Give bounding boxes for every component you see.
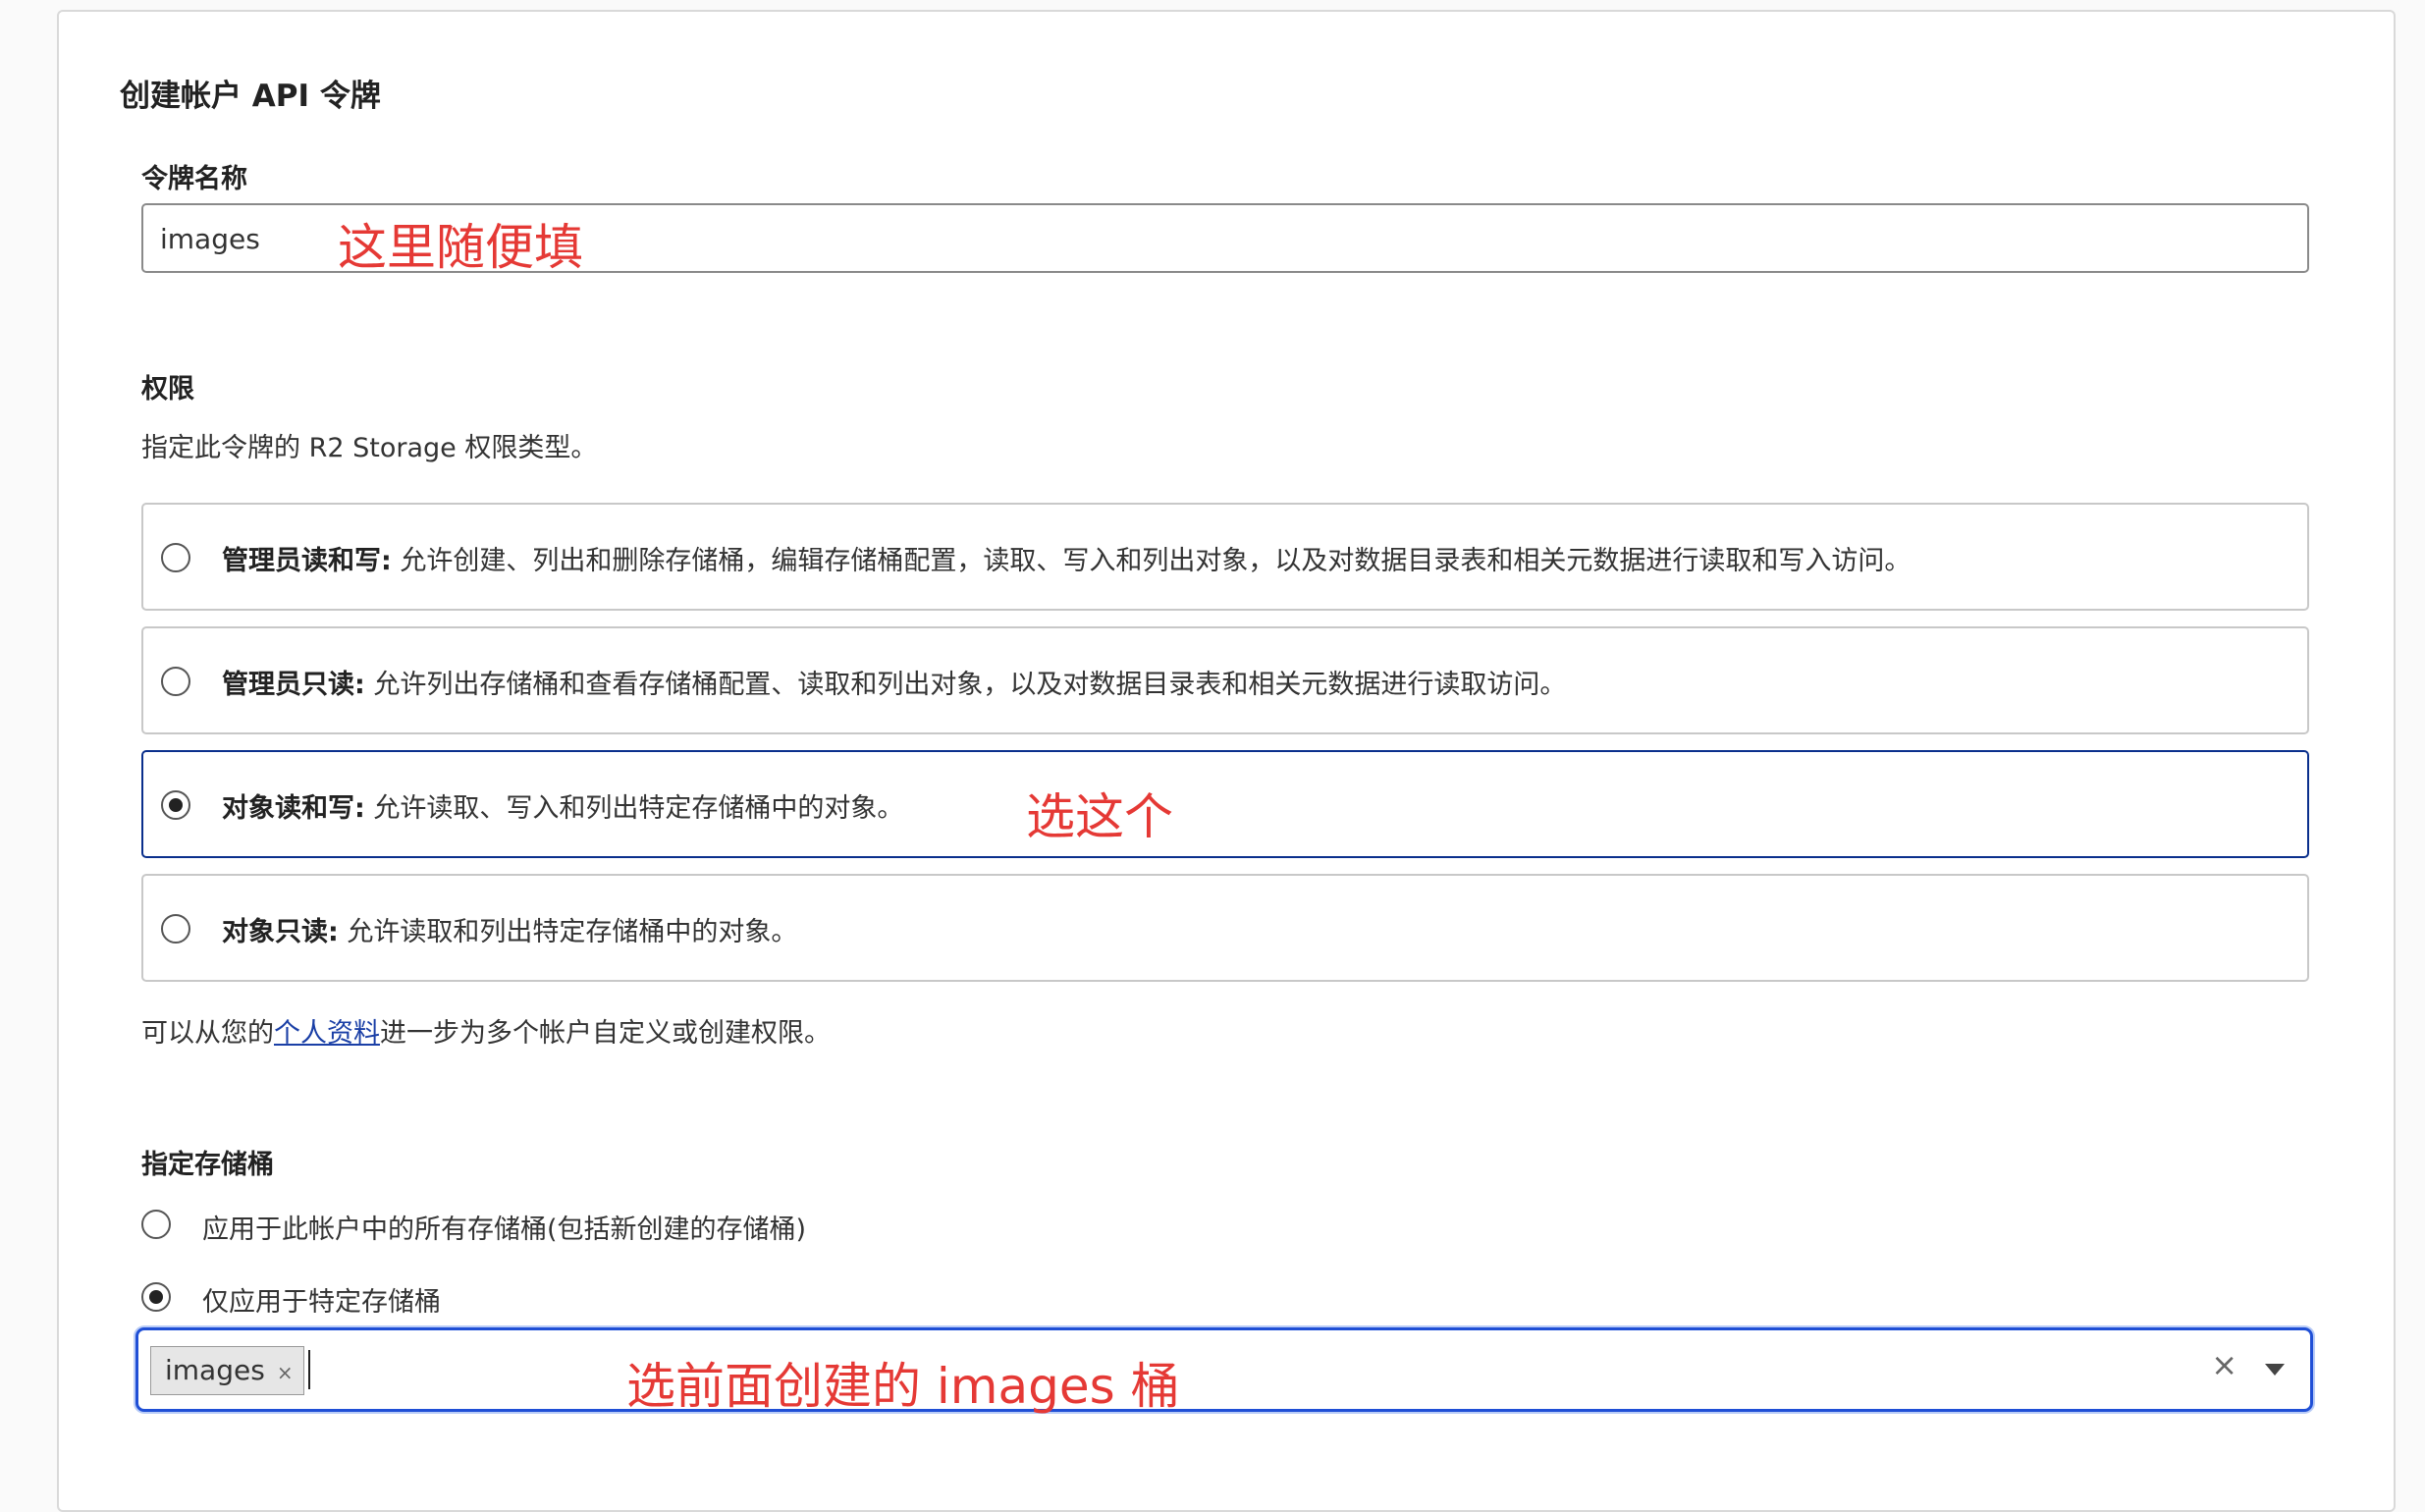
page-title: 创建帐户 API 令牌 — [120, 79, 381, 114]
radio-specific-buckets[interactable] — [141, 1282, 171, 1312]
option-title: 对象只读: — [222, 917, 339, 947]
permission-option-object-rw[interactable]: 对象读和写: 允许读取、写入和列出特定存储桶中的对象。 — [141, 750, 2309, 858]
bucket-multiselect[interactable]: images × × — [135, 1327, 2313, 1412]
radio-object-rw[interactable] — [161, 790, 190, 820]
annotation-token-name: 这里随便填 — [338, 219, 583, 276]
permission-option-object-ro[interactable]: 对象只读: 允许读取和列出特定存储桶中的对象。 — [141, 874, 2309, 982]
annotation-select-bucket: 选前面创建的 images 桶 — [626, 1358, 1180, 1415]
tag-label: images — [165, 1354, 265, 1386]
footer-prefix: 可以从您的 — [141, 1018, 274, 1049]
option-desc: 允许列出存储桶和查看存储桶配置、读取和列出对象，以及对数据目录表和相关元数据进行… — [373, 670, 1567, 700]
radio-admin-ro[interactable] — [161, 667, 190, 696]
chevron-down-icon[interactable] — [2265, 1364, 2285, 1376]
text-cursor — [308, 1350, 310, 1389]
radio-object-ro[interactable] — [161, 914, 190, 944]
permissions-footer: 可以从您的个人资料进一步为多个帐户自定义或创建权限。 — [141, 1011, 831, 1050]
radio-admin-rw[interactable] — [161, 543, 190, 572]
permission-option-admin-ro[interactable]: 管理员只读: 允许列出存储桶和查看存储桶配置、读取和列出对象，以及对数据目录表和… — [141, 626, 2309, 734]
token-name-label: 令牌名称 — [141, 164, 247, 194]
option-title: 管理员读和写: — [222, 546, 392, 576]
tag-remove-icon[interactable]: × — [277, 1361, 294, 1384]
buckets-label: 指定存储桶 — [141, 1150, 274, 1180]
bucket-option-all-label: 应用于此帐户中的所有存储桶(包括新创建的存储桶) — [202, 1215, 807, 1245]
profile-link[interactable]: 个人资料 — [274, 1018, 380, 1049]
option-title: 管理员只读: — [222, 670, 365, 700]
bucket-option-specific-label: 仅应用于特定存储桶 — [202, 1287, 441, 1318]
token-name-value: images — [160, 223, 260, 255]
footer-suffix: 进一步为多个帐户自定义或创建权限。 — [380, 1018, 831, 1049]
selected-bucket-tag: images × — [150, 1346, 304, 1395]
radio-all-buckets[interactable] — [141, 1210, 171, 1239]
permission-option-admin-rw[interactable]: 管理员读和写: 允许创建、列出和删除存储桶，编辑存储桶配置，读取、写入和列出对象… — [141, 503, 2309, 611]
option-title: 对象读和写: — [222, 793, 365, 824]
permissions-label: 权限 — [141, 374, 194, 405]
option-desc: 允许读取、写入和列出特定存储桶中的对象。 — [373, 793, 904, 824]
option-desc: 允许读取和列出特定存储桶中的对象。 — [347, 917, 798, 947]
clear-icon[interactable]: × — [2211, 1346, 2237, 1383]
annotation-select-this: 选这个 — [1026, 788, 1173, 845]
permissions-description: 指定此令牌的 R2 Storage 权限类型。 — [141, 433, 598, 463]
option-desc: 允许创建、列出和删除存储桶，编辑存储桶配置，读取、写入和列出对象，以及对数据目录… — [400, 546, 1912, 576]
